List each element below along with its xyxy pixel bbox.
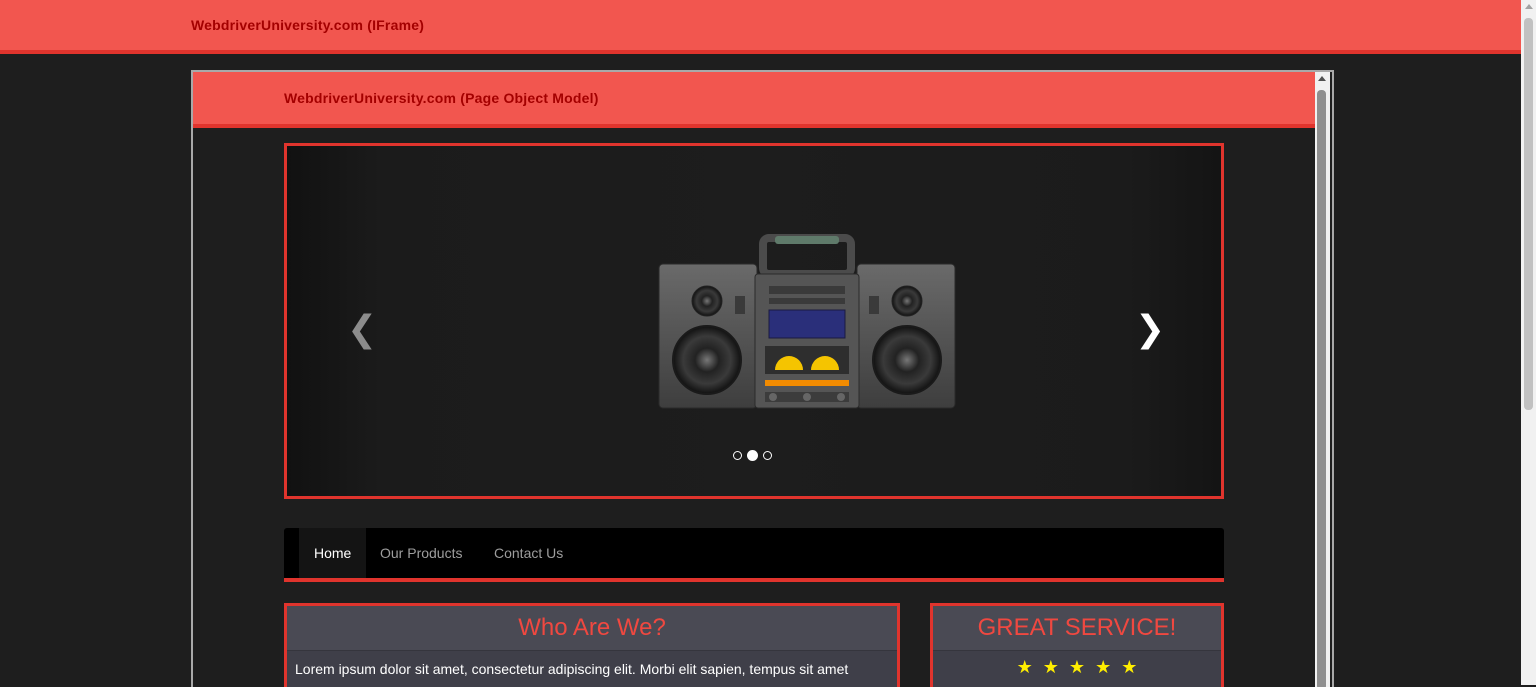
boombox-image (658, 234, 956, 409)
scroll-up-arrow-icon[interactable] (1525, 4, 1533, 9)
carousel-dot-1[interactable] (733, 451, 742, 460)
page-header: WebdriverUniversity.com (IFrame) (0, 0, 1521, 54)
chevron-left-icon[interactable]: ❮ (347, 312, 377, 348)
chevron-right-icon[interactable]: ❯ (1135, 312, 1165, 348)
scroll-up-arrow-icon[interactable] (1318, 76, 1326, 81)
iframe-scrollbar[interactable] (1315, 72, 1330, 687)
who-are-we-panel: Who Are We? Lorem ipsum dolor sit amet, … (284, 603, 900, 687)
panel-body-text: Lorem ipsum dolor sit amet, consectetur … (295, 661, 849, 677)
carousel-dot-2[interactable] (747, 450, 758, 461)
iframe-scroll-thumb[interactable] (1317, 90, 1326, 687)
carousel-dot-3[interactable] (763, 451, 772, 460)
iframe-site-title[interactable]: WebdriverUniversity.com (Page Object Mod… (284, 90, 599, 106)
panel-heading: Who Are We? (287, 606, 897, 651)
nav-item-contact-us[interactable]: Contact Us (479, 528, 578, 578)
page-title[interactable]: WebdriverUniversity.com (IFrame) (191, 17, 424, 33)
iframe-header: WebdriverUniversity.com (Page Object Mod… (193, 72, 1315, 128)
page-scrollbar[interactable] (1521, 0, 1536, 685)
main-nav: Home Our Products Contact Us (284, 528, 1224, 582)
great-service-panel: GREAT SERVICE! ★★★★★ (930, 603, 1224, 687)
image-carousel: ❮ ❯ (284, 143, 1224, 499)
star-rating-icon: ★★★★★ (1016, 657, 1148, 677)
panel-heading: GREAT SERVICE! (933, 606, 1221, 651)
page-scroll-thumb[interactable] (1524, 18, 1533, 410)
carousel-indicators (733, 450, 772, 461)
nav-item-our-products[interactable]: Our Products (365, 528, 477, 578)
nav-item-home[interactable]: Home (299, 528, 367, 578)
iframe-frame: WebdriverUniversity.com (Page Object Mod… (191, 70, 1334, 687)
